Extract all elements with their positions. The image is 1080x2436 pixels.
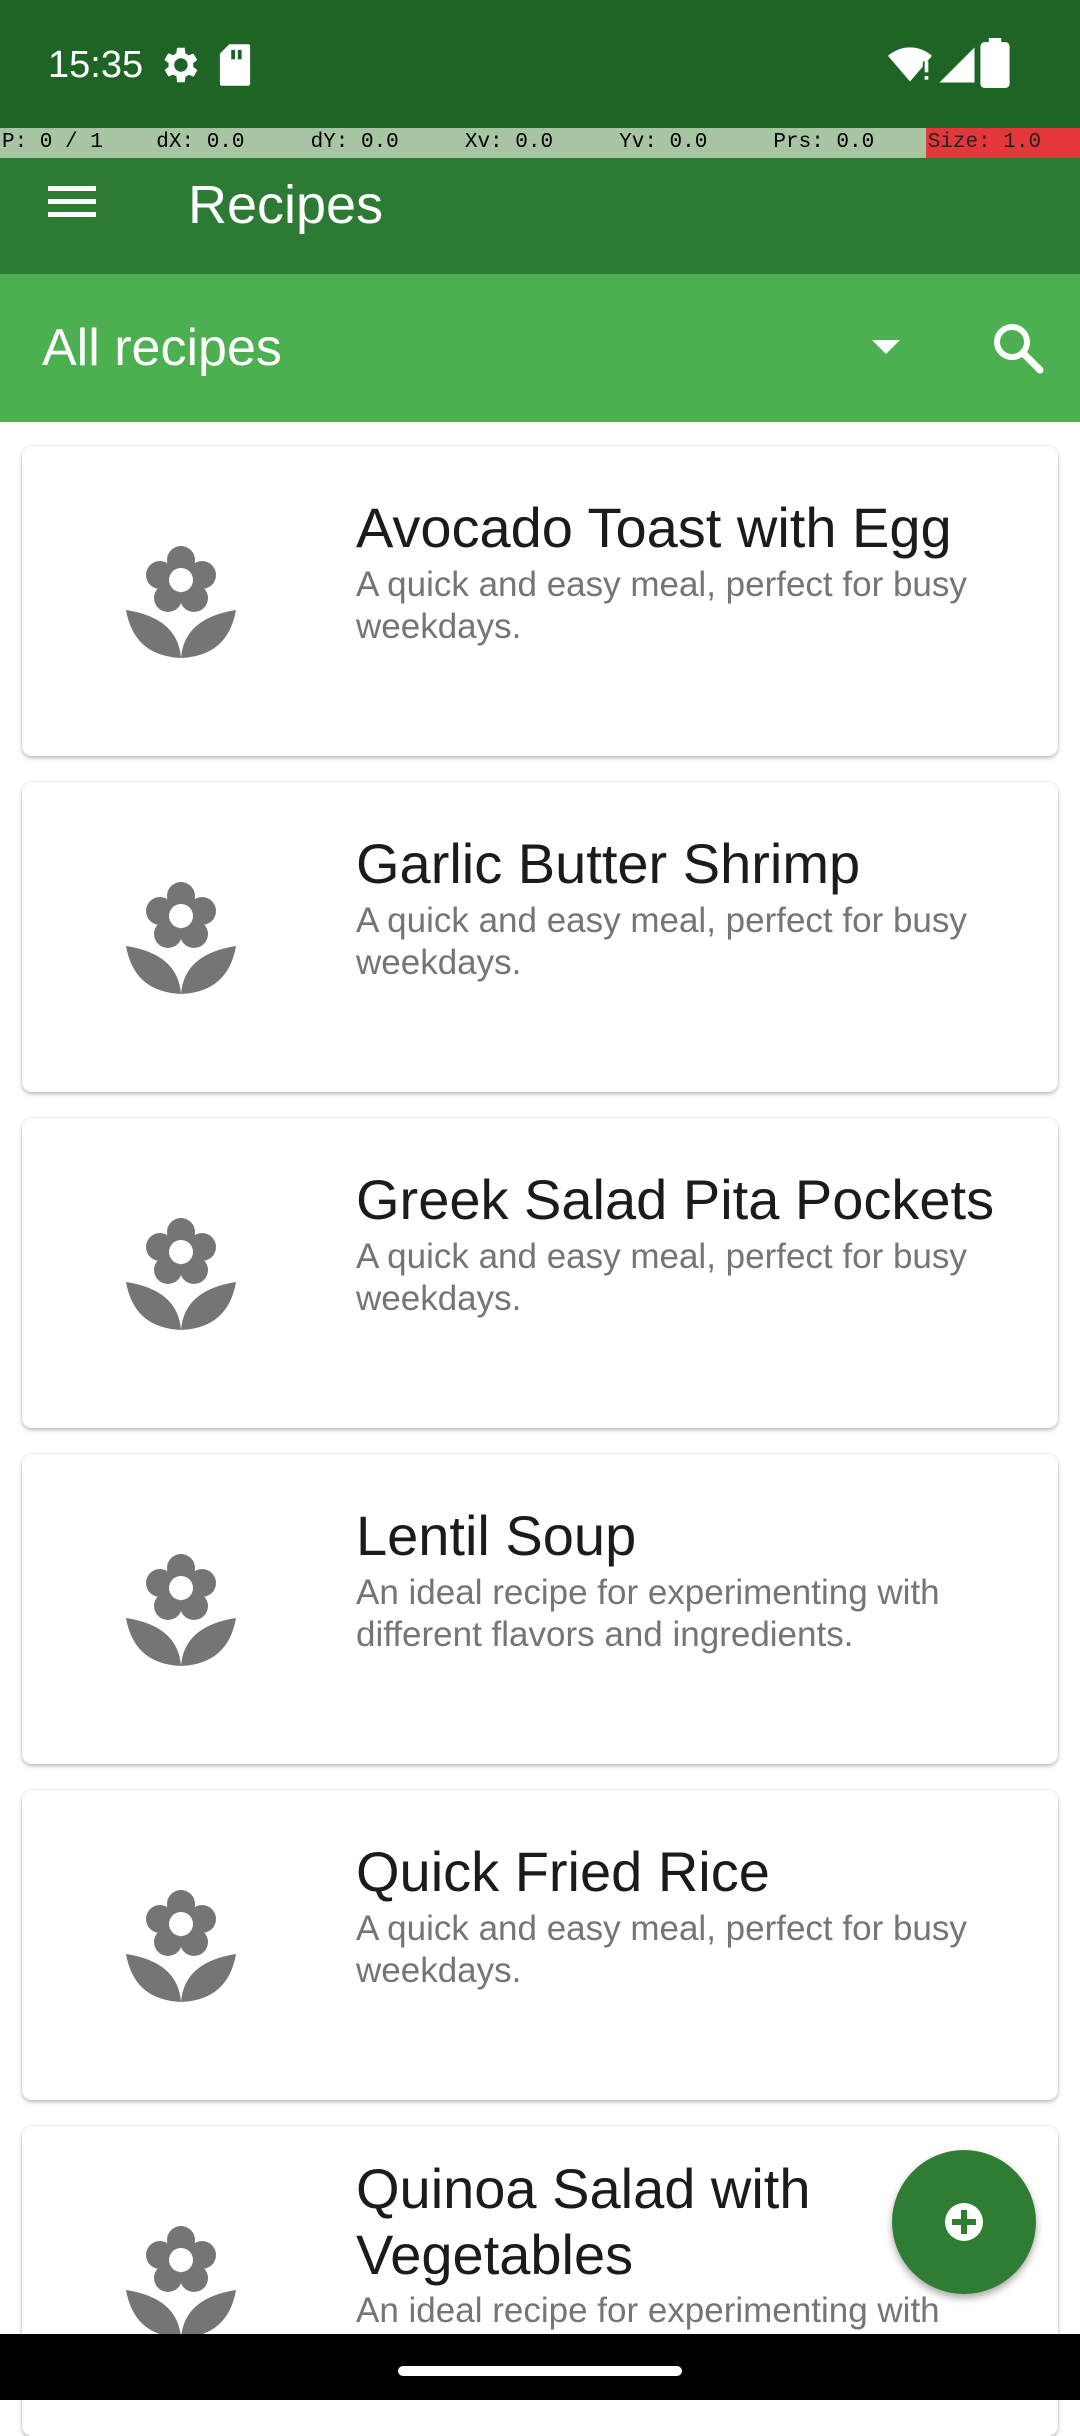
pointer-dx: dX: 0.0 xyxy=(156,131,245,154)
sd-card-icon xyxy=(219,44,251,86)
recipe-title: Quick Fried Rice xyxy=(356,1840,770,1903)
recipe-description: A quick and easy meal, perfect for busy … xyxy=(356,1909,967,1990)
recipe-card[interactable]: Lentil Soup An ideal recipe for experime… xyxy=(22,1454,1058,1764)
add-recipe-button[interactable] xyxy=(892,2150,1036,2294)
status-time: 15:35 xyxy=(48,44,144,86)
recipe-description: An ideal recipe for experimenting with d… xyxy=(356,1573,940,1654)
pointer-dy: dY: 0.0 xyxy=(310,131,399,154)
recipe-title: Greek Salad Pita Pockets xyxy=(356,1168,995,1231)
add-icon xyxy=(945,2203,983,2241)
pointer-yv: Yv: 0.0 xyxy=(619,131,708,154)
recipe-description: A quick and easy meal, perfect for busy … xyxy=(356,565,967,646)
recipe-description: A quick and easy meal, perfect for busy … xyxy=(356,901,967,982)
status-bar: 15:35 xyxy=(0,0,1080,128)
flower-icon xyxy=(126,1554,236,1666)
flower-icon xyxy=(126,2226,236,2338)
home-gesture-handle[interactable] xyxy=(398,2366,682,2376)
flower-icon xyxy=(126,1218,236,1330)
app-bar xyxy=(0,158,1080,274)
pointer-location-bar: P: 0 / 1 dX: 0.0 dY: 0.0 Xv: 0.0 Yv: 0.0… xyxy=(0,128,1080,158)
recipe-title: Lentil Soup xyxy=(356,1504,637,1567)
pointer-count: P: 0 / 1 xyxy=(2,131,103,154)
search-icon[interactable] xyxy=(970,300,1062,398)
hamburger-menu-icon[interactable] xyxy=(44,174,100,230)
signal-icon xyxy=(939,47,975,83)
gear-icon xyxy=(164,47,198,83)
recipe-title: Avocado Toast with Egg xyxy=(356,496,952,559)
recipe-card[interactable]: Garlic Butter Shrimp A quick and easy me… xyxy=(22,782,1058,1092)
battery-icon xyxy=(980,38,1010,88)
pointer-xv: Xv: 0.0 xyxy=(464,131,554,154)
wifi-alert-icon xyxy=(888,47,932,82)
recipe-card[interactable]: Greek Salad Pita Pockets A quick and eas… xyxy=(22,1118,1058,1428)
pointer-pressure: Prs: 0.0 xyxy=(773,131,875,154)
dropdown-arrow-icon[interactable] xyxy=(872,340,900,354)
recipe-card[interactable]: Quick Fried Rice A quick and easy meal, … xyxy=(22,1790,1058,2100)
page-title: Recipes xyxy=(188,175,384,235)
flower-icon xyxy=(126,1890,236,2002)
flower-icon xyxy=(126,546,236,658)
recipe-title: Garlic Butter Shrimp xyxy=(356,832,861,895)
recipe-description: A quick and easy meal, perfect for busy … xyxy=(356,1237,967,1318)
pointer-size: Size: 1.0 xyxy=(925,128,1080,158)
recipe-card[interactable]: Avocado Toast with Egg A quick and easy … xyxy=(22,446,1058,756)
category-dropdown[interactable]: All recipes xyxy=(42,316,282,380)
flower-icon xyxy=(126,882,236,994)
